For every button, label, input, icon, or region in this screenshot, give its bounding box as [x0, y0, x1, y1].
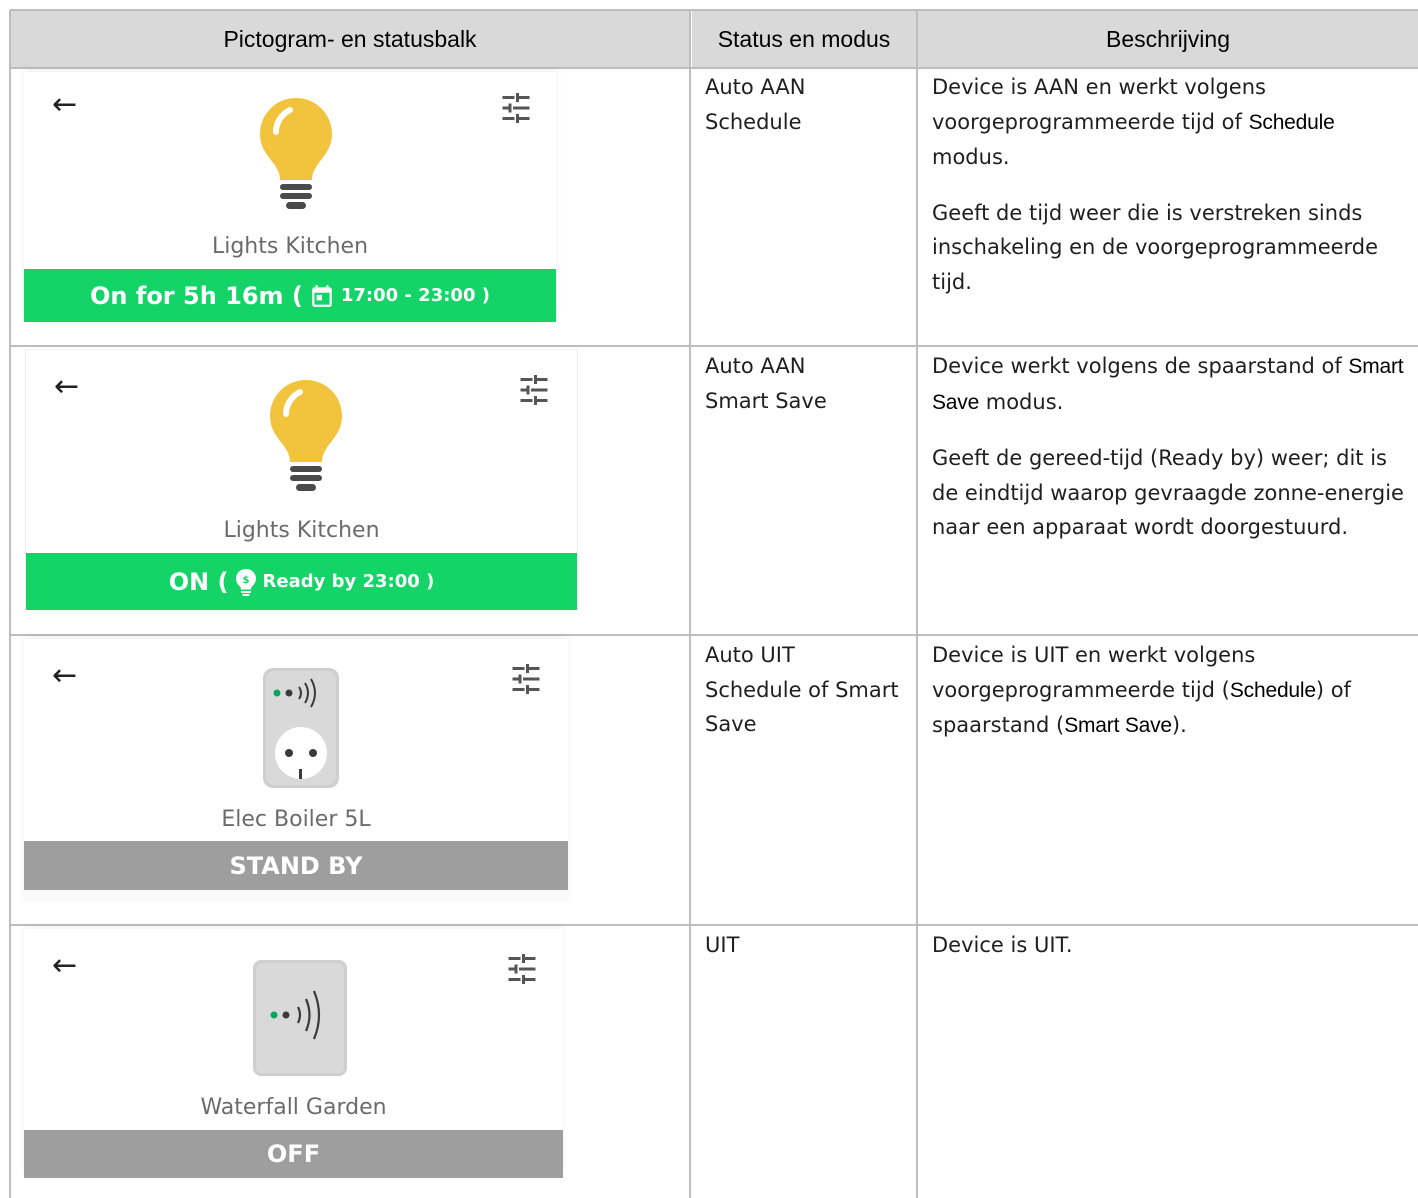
- tune-settings-icon[interactable]: [508, 661, 544, 697]
- documentation-table: Pictogram- en statusbalk Status en modus…: [0, 0, 1418, 1198]
- device-card-lights-kitchen-schedule: ← Lights Kitchen On for 5h 16m ( 17:00 -…: [24, 72, 556, 322]
- mode-term: Schedule: [1248, 110, 1335, 134]
- device-name: Waterfall Garden: [200, 1095, 387, 1120]
- status-bar: OFF: [24, 1130, 563, 1178]
- tune-settings-icon[interactable]: [516, 372, 552, 408]
- header-status-mode: Status en modus: [692, 10, 916, 68]
- description-paragraph: Device werkt volgens de spaarstand of Sm…: [932, 349, 1414, 420]
- status-mode-cell: Auto UIT Schedule of Smart Save: [705, 638, 910, 742]
- mode-line: Schedule: [705, 109, 802, 134]
- light-bulb-icon: [260, 98, 332, 209]
- status-bar-main-text: STAND BY: [229, 851, 363, 880]
- calendar-icon: [309, 283, 335, 309]
- description-text: Device is UIT en werkt volgens voorgepro…: [932, 643, 1256, 702]
- description-text: Device werkt volgens de spaarstand of: [932, 354, 1349, 378]
- description-paragraph: Geeft de gereed-tijd (Ready by) weer; di…: [932, 446, 1404, 539]
- status-bar-main-text: On for 5h 16m (: [90, 281, 303, 310]
- back-arrow-icon[interactable]: ←: [52, 661, 77, 691]
- description-paragraph: Device is UIT.: [932, 933, 1073, 957]
- smart-plug-icon: [263, 668, 339, 788]
- description-cell: Device is UIT en werkt volgens voorgepro…: [932, 638, 1402, 744]
- status-bar: STAND BY: [24, 841, 568, 890]
- status-line: Auto AAN: [705, 354, 806, 378]
- device-name: Lights Kitchen: [223, 518, 380, 543]
- description-text: Device is AAN en werkt volgens voorgepro…: [932, 75, 1266, 134]
- description-text: ).: [1171, 713, 1187, 737]
- wireless-switch-icon: [253, 960, 347, 1076]
- status-line: Auto AAN: [705, 75, 806, 99]
- mode-line: Schedule of Smart Save: [705, 677, 899, 737]
- description-paragraph: Device is UIT en werkt volgens voorgepro…: [932, 638, 1402, 744]
- description-cell: Device werkt volgens de spaarstand of Sm…: [932, 349, 1414, 545]
- row-divider: [10, 345, 1418, 347]
- status-bar: ON ( $ Ready by 23:00 ): [26, 553, 577, 610]
- status-mode-cell: UIT: [705, 928, 905, 963]
- mode-term: Schedule: [1229, 678, 1316, 702]
- row-divider: [10, 67, 1418, 69]
- status-bar: On for 5h 16m ( 17:00 - 23:00 ): [24, 269, 556, 322]
- device-name: Elec Boiler 5L: [221, 807, 371, 832]
- back-arrow-icon[interactable]: ←: [54, 372, 79, 402]
- status-line: Auto UIT: [705, 643, 795, 667]
- row-divider: [10, 634, 1418, 636]
- header-icon-statusbar: Pictogram- en statusbalk: [10, 10, 690, 68]
- tune-settings-icon[interactable]: [504, 951, 540, 987]
- light-bulb-icon: [270, 380, 342, 491]
- status-bar-main-text: ON (: [168, 567, 229, 596]
- description-cell: Device is UIT.: [932, 928, 1402, 963]
- device-name: Lights Kitchen: [211, 234, 369, 259]
- device-card-waterfall-garden: ← Waterfall Garden OFF: [24, 929, 563, 1178]
- row-divider: [10, 9, 1418, 11]
- tune-settings-icon[interactable]: [498, 90, 534, 126]
- back-arrow-icon[interactable]: ←: [52, 951, 77, 981]
- device-card-elec-boiler: ← Elec Boiler 5L STAND BY: [24, 639, 568, 902]
- header-description: Beschrijving: [918, 10, 1418, 68]
- smart-save-bulb-icon: $: [235, 568, 257, 596]
- column-divider: [916, 10, 918, 1198]
- status-bar-ready-by: Ready by 23:00 ): [262, 571, 435, 592]
- description-paragraph: Device is AAN en werkt volgens voorgepro…: [932, 70, 1402, 175]
- mode-line: Smart Save: [705, 388, 827, 413]
- description-cell: Device is AAN en werkt volgens voorgepro…: [932, 70, 1402, 299]
- status-line: UIT: [705, 933, 740, 957]
- status-bar-main-text: OFF: [266, 1140, 321, 1168]
- mode-term: Smart Save: [1064, 714, 1172, 737]
- device-card-lights-kitchen-smart-save: ← Lights Kitchen ON ( $ Ready by 23:00 ): [25, 349, 578, 610]
- status-mode-cell: Auto AAN Smart Save: [705, 349, 905, 418]
- row-divider: [10, 924, 1418, 926]
- column-divider: [689, 10, 691, 1198]
- back-arrow-icon[interactable]: ←: [52, 90, 77, 120]
- status-bar-time-range: 17:00 - 23:00 ): [340, 285, 490, 306]
- svg-text:$: $: [242, 575, 249, 586]
- description-text: modus.: [932, 145, 1010, 169]
- description-text: modus.: [979, 389, 1064, 414]
- status-mode-cell: Auto AAN Schedule: [705, 70, 905, 139]
- description-paragraph: Geeft de tijd weer die is verstreken sin…: [932, 200, 1379, 294]
- table-border-left: [9, 10, 11, 1198]
